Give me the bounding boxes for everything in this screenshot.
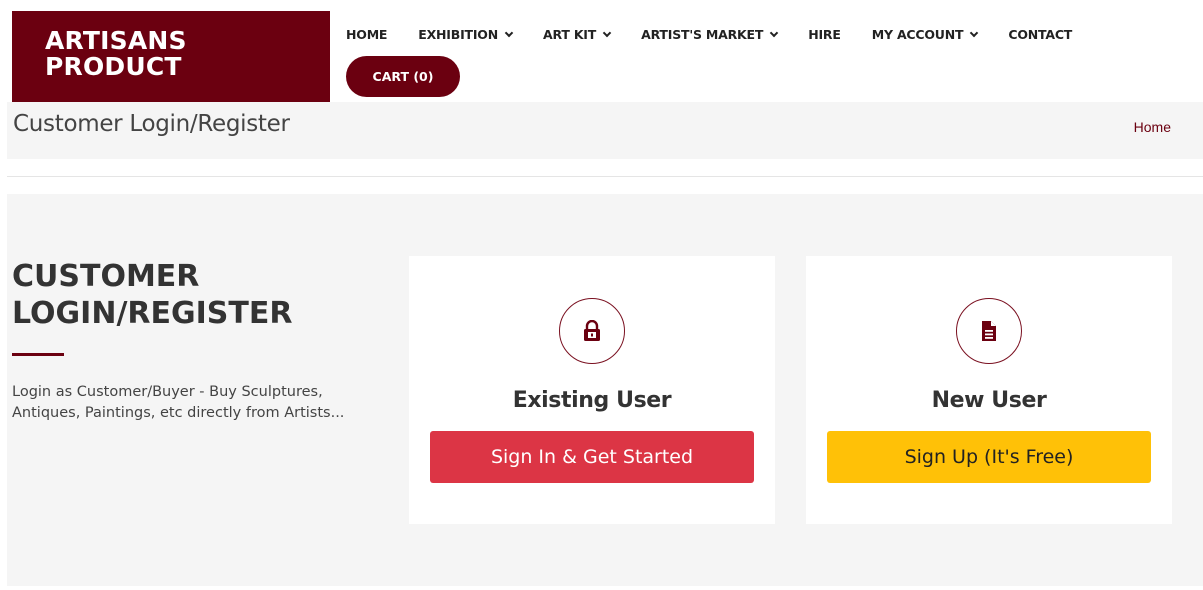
site-logo[interactable]: ARTISANS PRODUCT — [12, 11, 330, 102]
chevron-down-icon — [504, 28, 514, 37]
lock-icon — [559, 298, 625, 364]
nav-item-art-kit[interactable]: ART KIT — [543, 27, 612, 42]
existing-user-card: Existing User Sign In & Get Started — [409, 256, 775, 524]
logo-line-1: ARTISANS — [45, 26, 187, 55]
section-description: Login as Customer/Buyer - Buy Sculptures… — [12, 384, 345, 421]
chevron-down-icon — [970, 28, 979, 37]
chevron-down-icon — [602, 28, 612, 37]
page-title-bar: Customer Login/Register Home — [7, 102, 1203, 159]
heading-accent-line — [12, 353, 64, 356]
divider — [7, 176, 1203, 177]
nav-menu: HOME EXHIBITION ART KIT ARTIST'S MARKET … — [346, 27, 1103, 42]
sign-in-button[interactable]: Sign In & Get Started — [430, 431, 754, 483]
main-navigation: HOME EXHIBITION ART KIT ARTIST'S MARKET … — [330, 11, 1171, 102]
chevron-down-icon — [769, 28, 779, 37]
new-user-title: New User — [931, 388, 1047, 413]
login-register-section: CUSTOMER LOGIN/REGISTER Login as Custome… — [7, 194, 1203, 586]
document-icon — [956, 298, 1022, 364]
sign-up-button[interactable]: Sign Up (It's Free) — [827, 431, 1151, 483]
section-heading: CUSTOMER LOGIN/REGISTER — [12, 259, 293, 331]
cart-button[interactable]: CART (0) — [346, 56, 460, 97]
nav-item-artists-market[interactable]: ARTIST'S MARKET — [641, 27, 779, 42]
logo-line-2: PRODUCT — [45, 52, 182, 81]
nav-item-my-account[interactable]: MY ACCOUNT — [872, 27, 979, 42]
nav-item-contact[interactable]: CONTACT — [1008, 27, 1072, 42]
breadcrumb-home-link[interactable]: Home — [1134, 119, 1171, 135]
nav-item-hire[interactable]: HIRE — [808, 27, 841, 42]
nav-item-exhibition[interactable]: EXHIBITION — [418, 27, 514, 42]
new-user-card: New User Sign Up (It's Free) — [806, 256, 1172, 524]
nav-item-home[interactable]: HOME — [346, 27, 387, 42]
existing-user-title: Existing User — [512, 388, 672, 413]
page-title: Customer Login/Register — [13, 111, 290, 137]
